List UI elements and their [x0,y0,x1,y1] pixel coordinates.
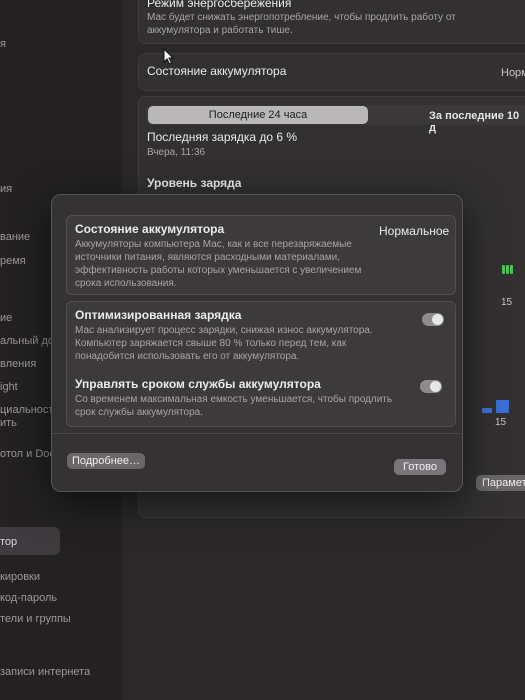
toggle-knob [430,381,441,392]
sidebar-item[interactable]: кировки [0,571,40,583]
charge-bar [506,265,509,274]
sidebar-item[interactable]: тели и группы [0,613,71,625]
tab-last-10-days[interactable]: За последние 10 д [429,110,525,134]
sidebar-item[interactable]: вления [0,358,36,370]
battery-level-heading: Уровень заряда [147,176,242,190]
more-info-button[interactable]: Подробнее… [67,453,145,469]
sidebar-item[interactable]: вание [0,231,30,243]
chart-tick-label: 15 [501,297,513,308]
battery-health-value: Норм [501,67,525,79]
last-charge-title: Последняя зарядка до 6 % [147,130,298,144]
dialog-health-title: Состояние аккумулятора [75,222,225,236]
charge-bar [510,265,513,274]
sidebar-item[interactable]: код-пароль [0,592,57,604]
dialog-divider [52,433,460,434]
power-mode-description: Мас будет снижать энергопотребление, что… [147,12,456,36]
tab-last-24-hours[interactable]: Последние 24 часа [148,106,368,124]
usage-bar [496,400,509,413]
sidebar-item[interactable]: ие [0,312,12,324]
dialog-health-description: Аккумуляторы компьютера Мас, как и все п… [75,239,362,289]
optimized-charging-toggle[interactable] [422,313,444,326]
dialog-health-status: Нормальное [379,224,450,238]
manage-lifespan-title: Управлять сроком службы аккумулятора [75,377,321,391]
toggle-knob [432,314,443,325]
optimized-charging-description: Мас анализирует процесс зарядки, снижая … [75,325,373,362]
manage-lifespan-toggle[interactable] [420,380,442,393]
chart-tick-label: 15 [495,417,507,428]
sidebar-item[interactable]: ight [0,381,18,393]
power-mode-title: Режим энергосбережения [147,0,292,10]
sidebar-item-battery[interactable]: тор [0,536,17,548]
mouse-cursor-icon [163,48,175,65]
sidebar-item[interactable]: я [0,38,6,50]
manage-lifespan-description: Со временем максимальная емкость уменьша… [75,394,393,418]
optimized-charging-title: Оптимизированная зарядка [75,308,242,322]
sidebar-item[interactable]: ить [0,417,17,429]
done-button[interactable]: Готово [394,459,446,475]
charge-bar [502,265,505,274]
options-button[interactable]: Парамет [476,475,525,491]
sidebar-item[interactable]: записи интернета [0,666,90,678]
sidebar-item[interactable]: отол и Doc [0,448,55,460]
sidebar-item[interactable]: ремя [0,255,26,267]
battery-health-label: Состояние аккумулятора [147,64,287,78]
sidebar-item[interactable]: ия [0,183,12,195]
usage-bar [482,408,492,413]
last-charge-time: Вчера, 11:36 [147,147,206,158]
